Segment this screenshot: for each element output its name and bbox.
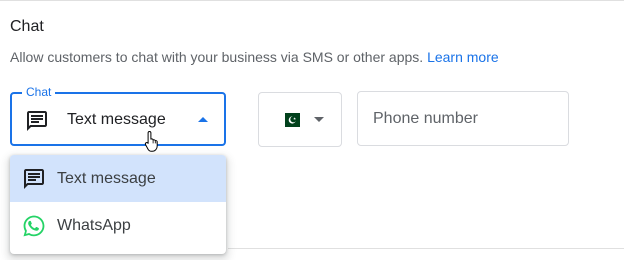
menu-item-label: WhatsApp [57,217,131,234]
chat-select-label: Chat [22,85,56,99]
menu-item-label: Text message [57,170,156,187]
menu-item-text-message[interactable]: Text message [10,155,226,202]
message-icon [27,111,47,131]
chat-method-select[interactable]: Chat Text message [10,85,226,146]
arrow-up-icon [198,117,208,122]
chat-select-value: Text message [67,111,166,128]
dropdown-arrow-icon [314,117,324,122]
pakistan-flag-icon [280,113,300,127]
top-divider [0,0,624,1]
message-icon [24,169,44,189]
phone-number-input[interactable] [357,91,569,146]
section-description: Allow customers to chat with your busine… [10,49,499,65]
country-select[interactable] [258,92,342,147]
chat-method-menu: Text message WhatsApp [10,155,226,254]
learn-more-link[interactable]: Learn more [427,49,499,65]
section-title: Chat [10,18,44,35]
menu-item-whatsapp[interactable]: WhatsApp [10,202,226,249]
whatsapp-icon [23,215,45,237]
description-text: Allow customers to chat with your busine… [10,49,424,65]
hand-cursor-icon [144,131,158,152]
bottom-divider [228,248,624,249]
